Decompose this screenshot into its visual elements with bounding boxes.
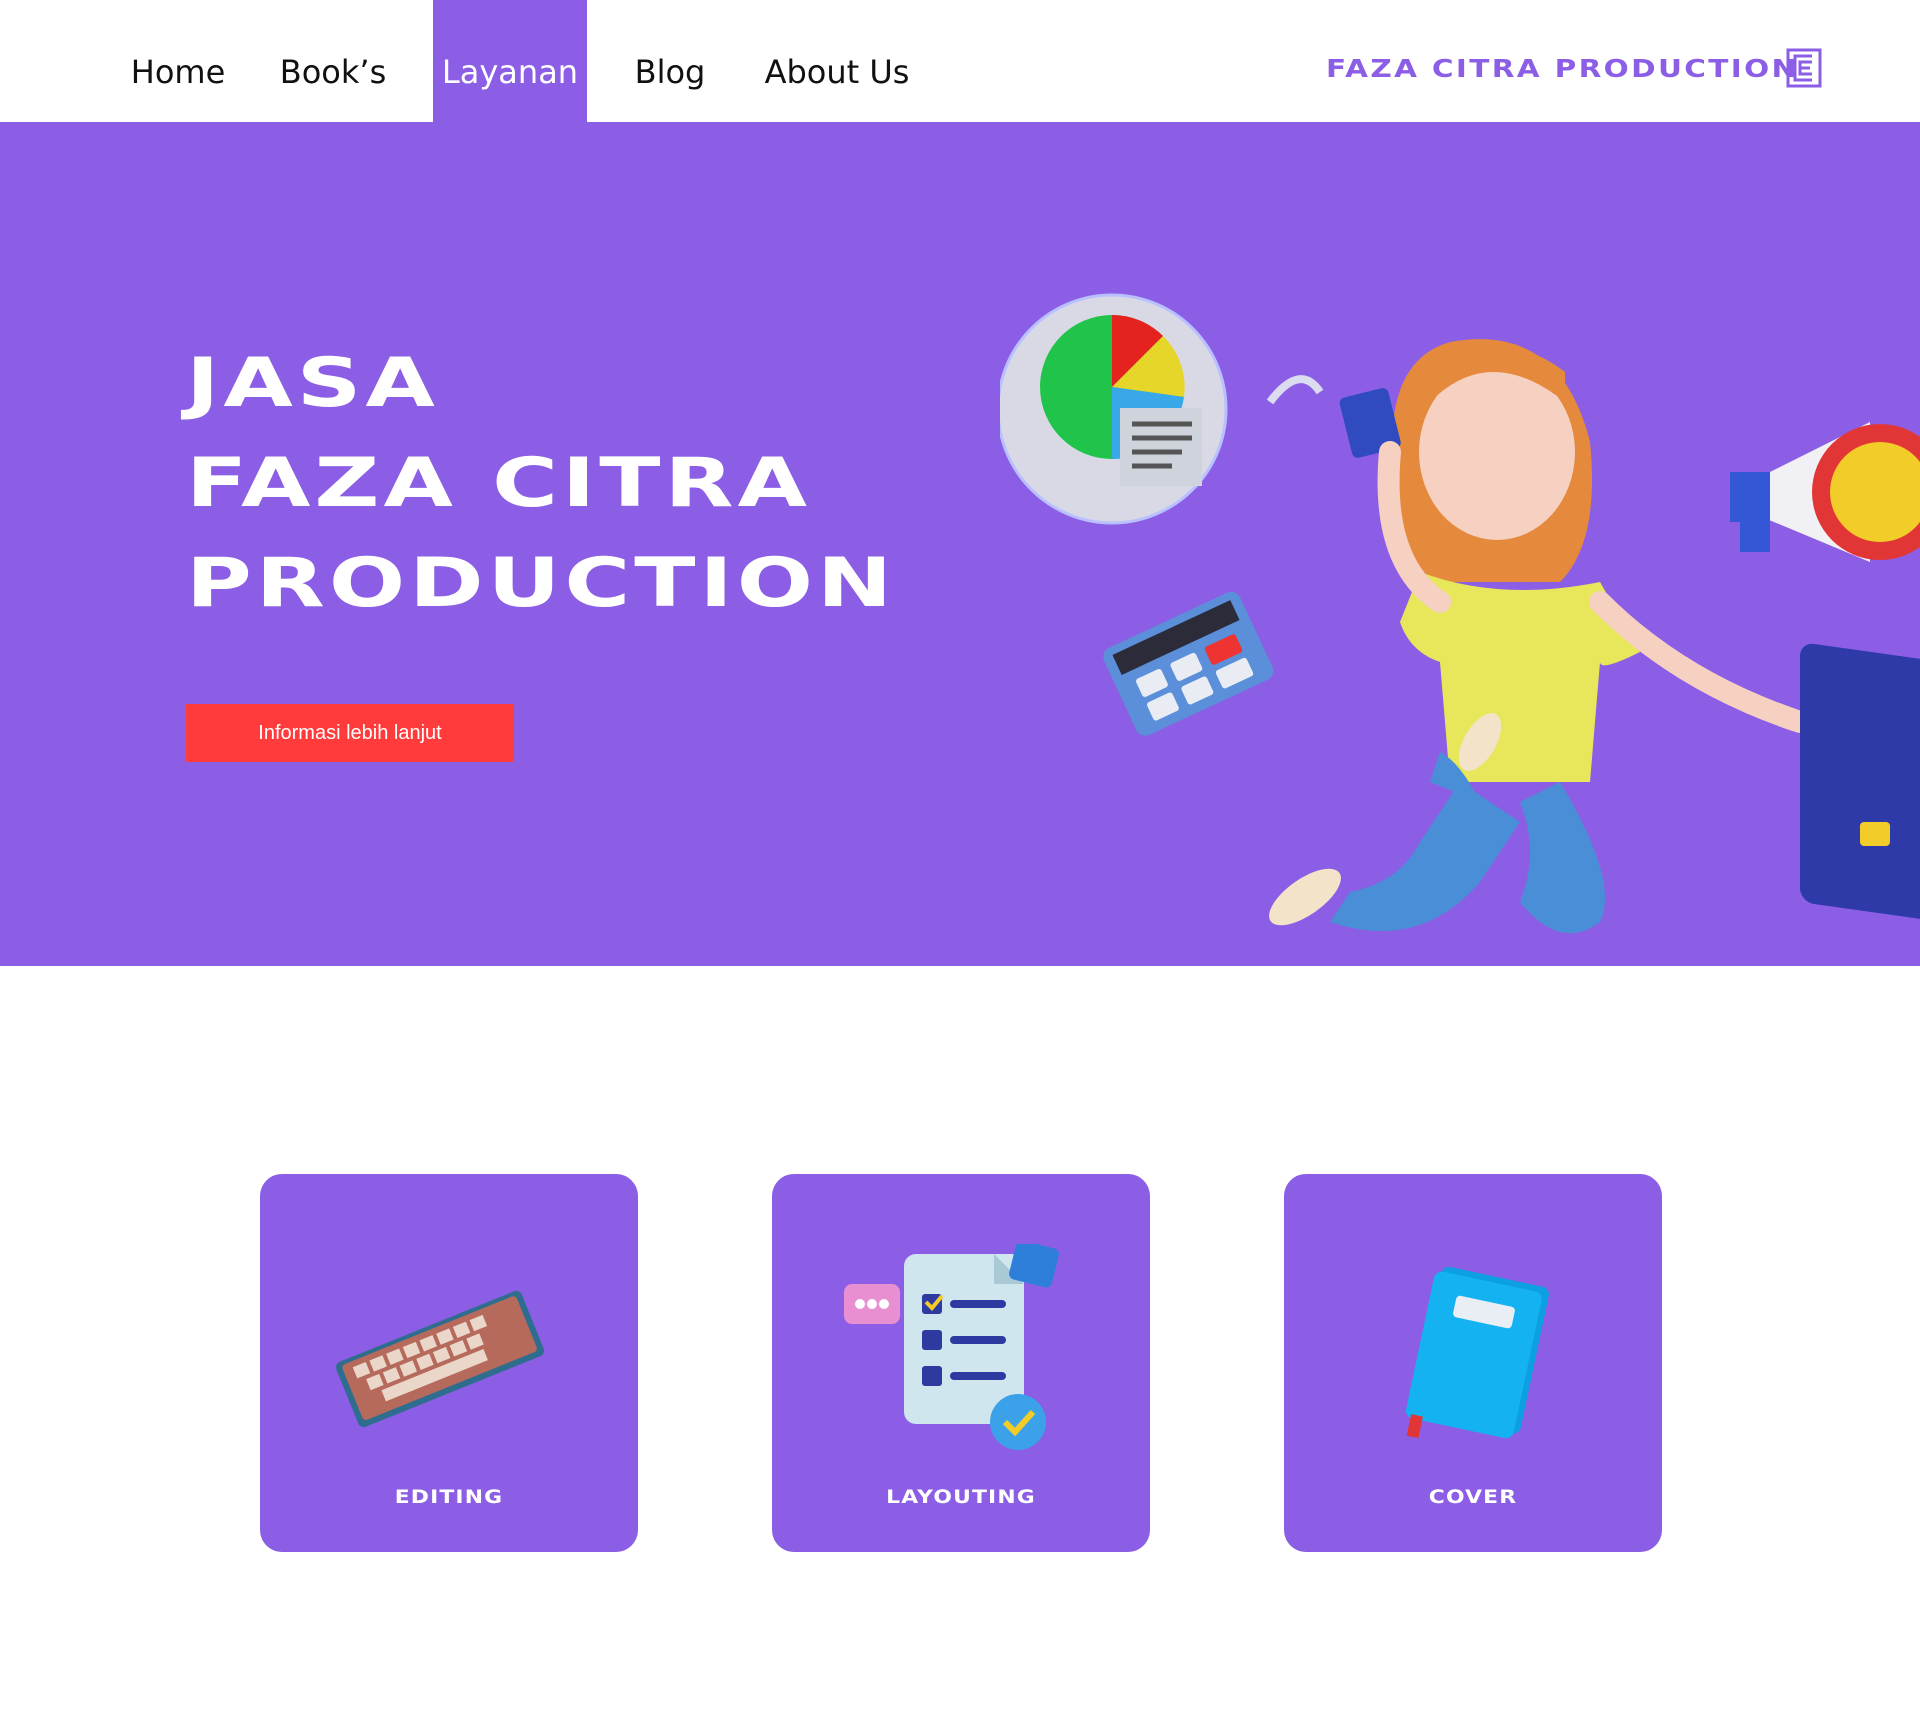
fc-logo-icon xyxy=(1786,48,1822,93)
nav-home[interactable]: Home xyxy=(118,0,238,122)
hero-title-line: FAZA CITRA xyxy=(186,444,811,523)
girl-jumping-with-phone-illustration xyxy=(1000,293,1920,934)
service-card-layouting[interactable]: LAYOUTING xyxy=(772,1174,1150,1552)
brand-name: FAZA CITRA PRODUCTION xyxy=(1326,53,1799,83)
hero-title-line: PRODUCTION xyxy=(186,544,897,623)
megaphone-icon xyxy=(1730,422,1920,562)
hero-title-line: JASA xyxy=(186,344,439,423)
chart-bubble-icon xyxy=(1000,293,1324,525)
keyboard-icon xyxy=(335,1290,545,1428)
more-info-button[interactable]: Informasi lebih lanjut xyxy=(186,704,514,762)
hero-title: JASA FAZA CITRA PRODUCTION xyxy=(186,334,896,634)
service-card-editing[interactable]: EDITING xyxy=(260,1174,638,1552)
nav-blog[interactable]: Blog xyxy=(620,0,720,122)
top-navbar: Home Book’s Layanan Blog About Us FAZA C… xyxy=(0,0,1920,122)
hero-section: JASA FAZA CITRA PRODUCTION Informasi leb… xyxy=(0,122,1920,966)
briefcase-icon xyxy=(1800,643,1920,920)
service-card-cover[interactable]: COVER xyxy=(1284,1174,1662,1552)
brand[interactable]: FAZA CITRA PRODUCTION xyxy=(1326,48,1822,88)
nav-books[interactable]: Book’s xyxy=(268,0,398,122)
calculator-icon xyxy=(1103,591,1274,736)
nav-about-us[interactable]: About Us xyxy=(756,0,918,122)
girl-figure xyxy=(1269,339,1811,934)
service-label: LAYOUTING xyxy=(886,1486,1036,1508)
book-icon xyxy=(1405,1266,1549,1439)
checklist-document-icon xyxy=(844,1244,1059,1450)
nav-layanan[interactable]: Layanan xyxy=(433,0,587,122)
service-label: EDITING xyxy=(394,1486,504,1508)
service-label: COVER xyxy=(1428,1486,1518,1508)
